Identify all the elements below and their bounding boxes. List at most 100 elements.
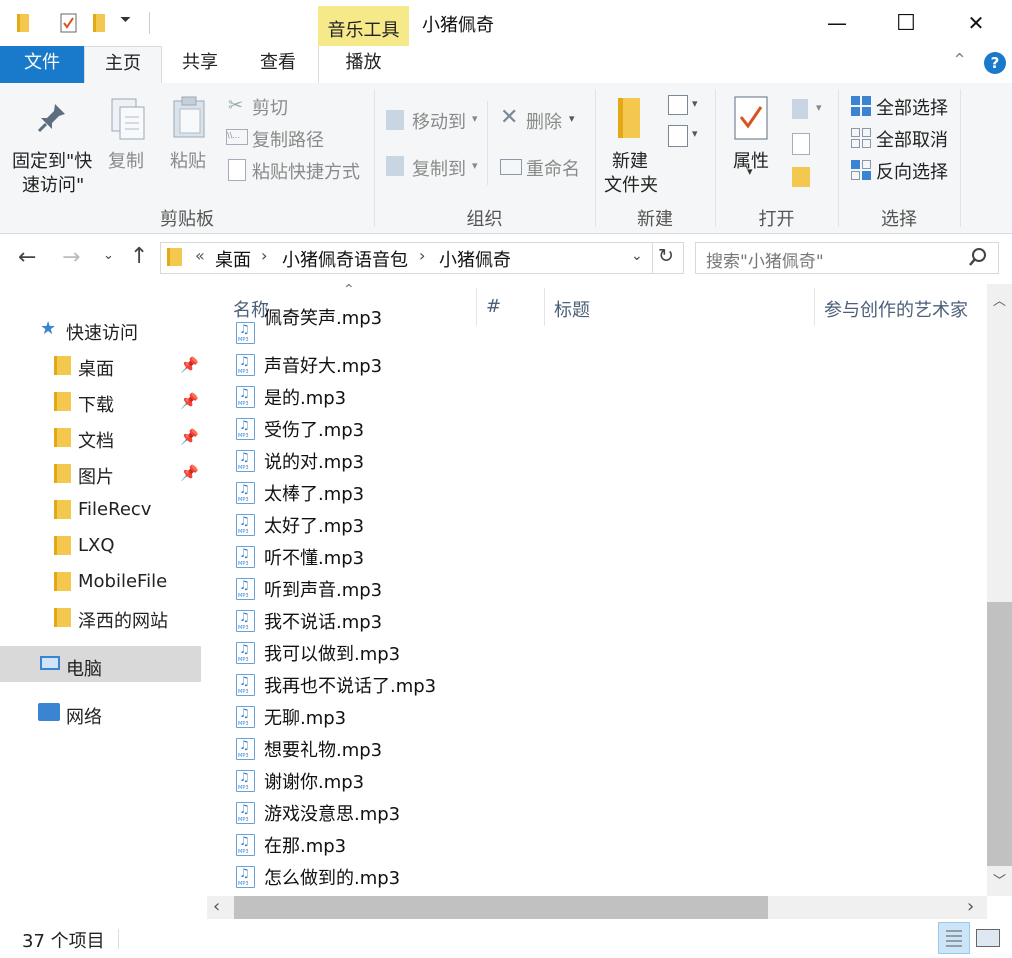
list-item[interactable]: 想要礼物.mp3 — [207, 733, 987, 765]
address-bar[interactable]: « 桌面 › 小猪佩奇语音包 › 小猪佩奇 ⌄ ↻ — [160, 242, 684, 274]
properties-dropdown-icon[interactable]: ▾ — [747, 165, 753, 178]
move-to-dropdown-icon[interactable]: ▾ — [472, 112, 478, 125]
list-item[interactable]: 声音好大.mp3 — [207, 349, 987, 381]
scroll-down-icon[interactable]: ﹀ — [993, 870, 1006, 889]
breadcrumb-chevron-icon[interactable]: › — [419, 246, 425, 265]
sidebar-item-quick-access[interactable]: 快速访问 — [66, 319, 138, 345]
cut-button[interactable]: 剪切 — [252, 94, 288, 120]
collapse-ribbon-icon[interactable]: ⌃ — [952, 50, 967, 71]
pin-icon[interactable]: 📌 — [180, 356, 199, 374]
breadcrumb-desktop[interactable]: 桌面 — [215, 246, 251, 272]
open-dropdown-icon[interactable]: ▾ — [816, 101, 822, 114]
pin-icon[interactable]: 📌 — [180, 428, 199, 446]
new-folder-quick-icon[interactable] — [90, 12, 112, 34]
copy-button[interactable]: 复制 — [108, 147, 144, 173]
tab-file[interactable]: 文件 — [0, 46, 84, 83]
sidebar-item-documents[interactable]: 文档 — [78, 427, 114, 453]
breadcrumb-voice-pack[interactable]: 小猪佩奇语音包 — [282, 246, 408, 272]
navigation-pane: ★ 快速访问 桌面 📌 下载 📌 文档 📌 图片 📌 FileRecv LXQ … — [0, 284, 204, 898]
rename-button[interactable]: 重命名 — [526, 155, 580, 181]
sidebar-item-this-pc[interactable]: 电脑 — [66, 655, 102, 681]
delete-button[interactable]: 删除 — [526, 108, 562, 134]
maximize-button[interactable]: ☐ — [871, 0, 941, 46]
copy-to-button[interactable]: 复制到 — [412, 155, 466, 181]
horizontal-scrollbar[interactable]: ‹ › — [207, 896, 987, 919]
list-item[interactable]: 太棒了.mp3 — [207, 477, 987, 509]
tab-share[interactable]: 共享 — [163, 46, 237, 83]
customize-quick-access-icon[interactable]: ⏷ — [120, 12, 131, 28]
sidebar-item-zexi-site[interactable]: 泽西的网站 — [78, 607, 168, 633]
easy-access-dropdown-icon[interactable]: ▾ — [692, 127, 698, 140]
new-item-dropdown-icon[interactable]: ▾ — [692, 97, 698, 110]
move-to-button[interactable]: 移动到 — [412, 108, 466, 134]
vertical-scroll-thumb[interactable] — [987, 602, 1012, 866]
copy-to-dropdown-icon[interactable]: ▾ — [472, 159, 478, 172]
properties-quick-icon[interactable] — [58, 12, 80, 34]
details-view-button[interactable] — [938, 922, 970, 954]
vertical-scrollbar[interactable]: ︿ ﹀ — [987, 284, 1012, 896]
new-item-icon[interactable] — [668, 95, 688, 115]
minimize-button[interactable]: — — [802, 0, 872, 46]
address-dropdown-icon[interactable]: ⌄ — [631, 248, 643, 264]
breadcrumb-current[interactable]: 小猪佩奇 — [439, 246, 511, 272]
up-button[interactable]: ↑ — [130, 244, 148, 269]
sidebar-item-filerecv[interactable]: FileRecv — [78, 499, 151, 520]
sidebar-item-network[interactable]: 网络 — [66, 703, 102, 729]
invert-selection-button[interactable]: 反向选择 — [876, 158, 948, 184]
search-icon[interactable] — [968, 247, 988, 272]
list-item[interactable]: 我可以做到.mp3 — [207, 637, 987, 669]
ribbon: 固定到"快 速访问" 复制 粘贴 ✂ 剪切 \\... 复制路径 粘贴快捷方式 … — [0, 83, 1012, 234]
easy-access-icon[interactable] — [668, 125, 688, 147]
scroll-right-icon[interactable]: › — [967, 896, 974, 917]
tab-view[interactable]: 查看 — [241, 46, 315, 83]
list-item[interactable]: 听到声音.mp3 — [207, 573, 987, 605]
sidebar-item-lxq[interactable]: LXQ — [78, 535, 115, 556]
list-item[interactable]: 太好了.mp3 — [207, 509, 987, 541]
list-item[interactable]: 受伤了.mp3 — [207, 413, 987, 445]
list-item[interactable]: 是的.mp3 — [207, 381, 987, 413]
recent-locations-button[interactable]: ⌄ — [103, 248, 114, 263]
sidebar-item-desktop[interactable]: 桌面 — [78, 355, 114, 381]
list-item[interactable]: 说的对.mp3 — [207, 445, 987, 477]
forward-button[interactable]: → — [62, 245, 80, 270]
breadcrumb-overflow[interactable]: « — [195, 246, 205, 265]
new-folder-button[interactable]: 新建 — [612, 147, 648, 173]
folder-icon[interactable] — [14, 12, 36, 34]
breadcrumb-chevron-icon[interactable]: › — [261, 246, 267, 265]
sidebar-item-downloads[interactable]: 下载 — [78, 391, 114, 417]
folder-icon — [54, 500, 71, 519]
list-item[interactable]: 谢谢你.mp3 — [207, 765, 987, 797]
sidebar-item-pictures[interactable]: 图片 — [78, 463, 114, 489]
list-item[interactable]: 我不说话.mp3 — [207, 605, 987, 637]
search-input[interactable]: 搜索"小猪佩奇" — [706, 247, 824, 272]
list-item[interactable]: 在那.mp3 — [207, 829, 987, 861]
list-item[interactable]: 听不懂.mp3 — [207, 541, 987, 573]
help-icon[interactable]: ? — [984, 52, 1006, 74]
search-box[interactable]: 搜索"小猪佩奇" — [695, 242, 999, 274]
refresh-icon[interactable]: ↻ — [658, 245, 674, 267]
paste-button[interactable]: 粘贴 — [170, 147, 206, 173]
horizontal-scroll-thumb[interactable] — [234, 896, 768, 919]
tab-home[interactable]: 主页 — [84, 46, 162, 85]
list-item[interactable]: 我再也不说话了.mp3 — [207, 669, 987, 701]
list-item[interactable]: 无聊.mp3 — [207, 701, 987, 733]
paste-shortcut-button[interactable]: 粘贴快捷方式 — [252, 158, 360, 184]
pin-icon[interactable]: 📌 — [180, 392, 199, 410]
group-label-organize: 组织 — [466, 209, 503, 230]
select-all-button[interactable]: 全部选择 — [876, 94, 948, 120]
close-button[interactable]: ✕ — [941, 0, 1011, 46]
pin-quick-access-button[interactable]: 固定到"快 — [12, 147, 92, 173]
scroll-up-icon[interactable]: ︿ — [993, 290, 1006, 309]
pin-icon[interactable]: 📌 — [180, 464, 199, 482]
sidebar-item-mobilefile[interactable]: MobileFile — [78, 571, 167, 592]
list-item[interactable]: 怎么做到的.mp3 — [207, 861, 987, 893]
scroll-left-icon[interactable]: ‹ — [213, 896, 220, 917]
select-none-button[interactable]: 全部取消 — [876, 126, 948, 152]
large-icons-view-button[interactable] — [976, 929, 1000, 947]
list-item[interactable]: 游戏没意思.mp3 — [207, 797, 987, 829]
back-button[interactable]: ← — [18, 245, 36, 270]
tab-play[interactable]: 播放 — [318, 46, 409, 83]
copy-path-button[interactable]: 复制路径 — [252, 126, 324, 152]
mp3-file-icon — [236, 386, 255, 408]
delete-dropdown-icon[interactable]: ▾ — [569, 112, 575, 125]
